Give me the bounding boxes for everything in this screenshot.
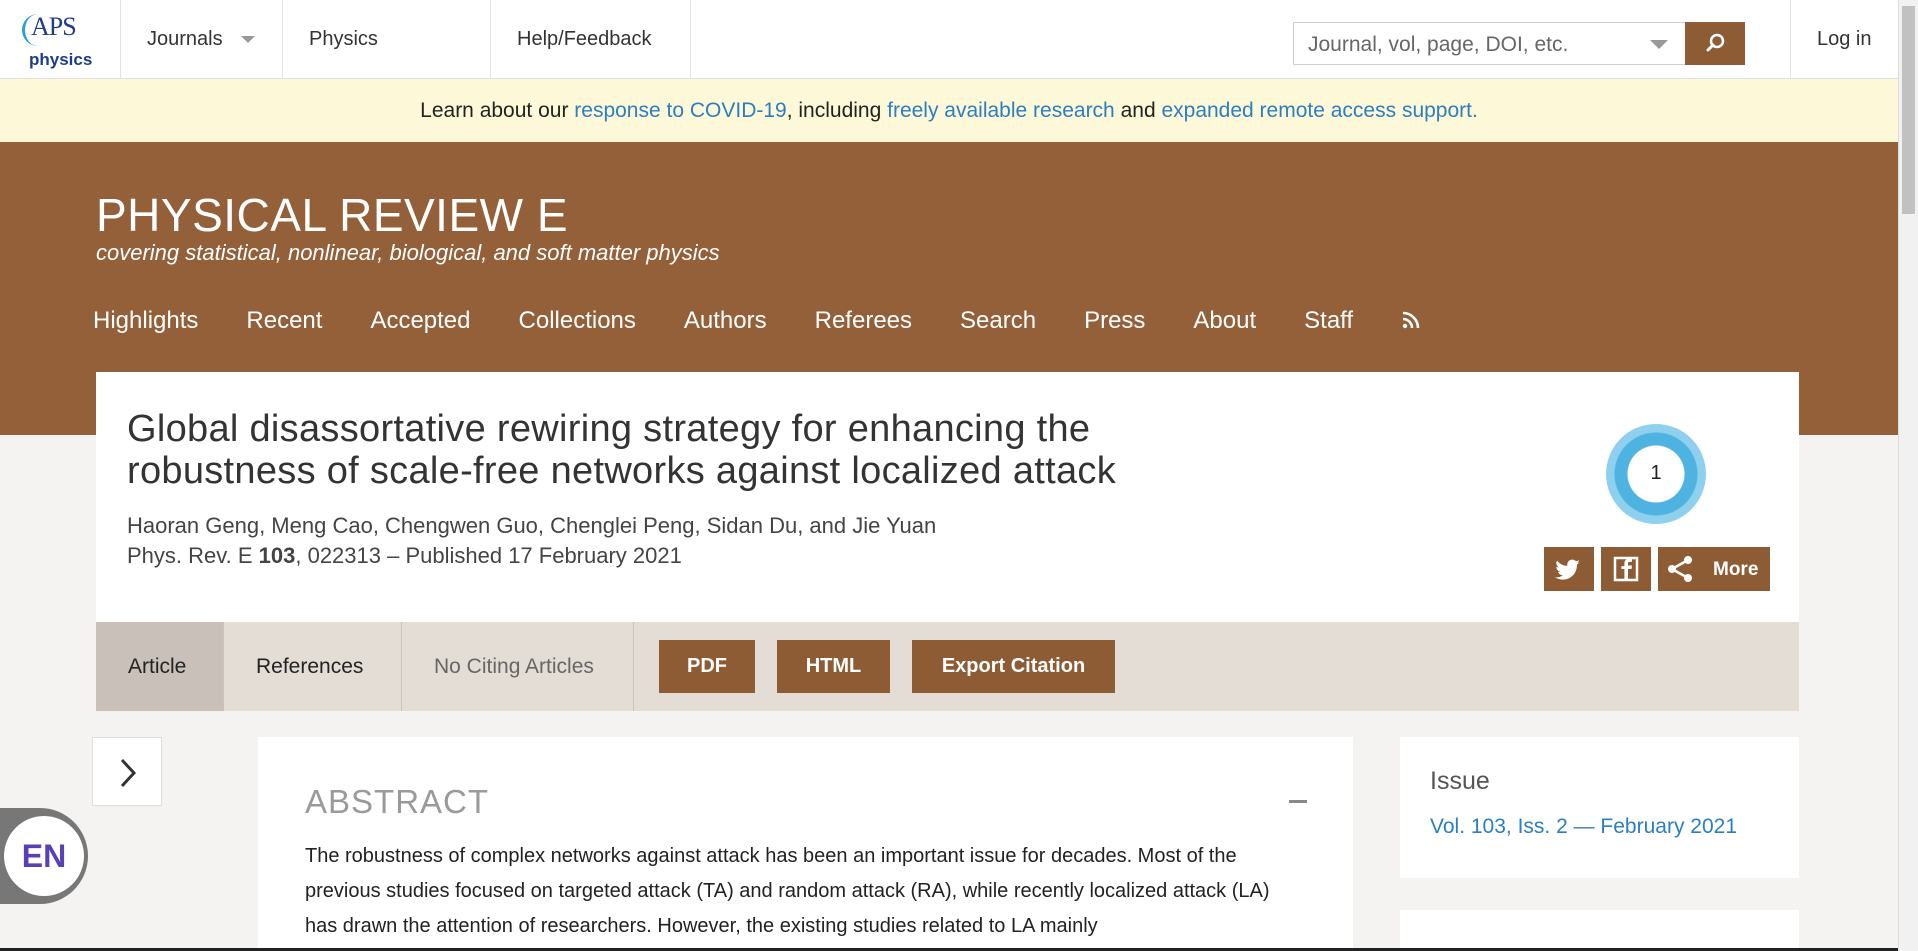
nav-accepted[interactable]: Accepted	[370, 307, 470, 335]
journals-menu[interactable]: Journals	[121, 0, 283, 79]
citation-details: , 022313 – Published 17 February 2021	[295, 543, 682, 568]
help-feedback-link[interactable]: Help/Feedback	[491, 0, 691, 79]
physics-magazine-link[interactable]: Physics Magazine	[283, 0, 491, 128]
top-navigation-bar: APS physics Journals Physics Magazine He…	[0, 0, 1898, 128]
search-input[interactable]: Journal, vol, page, DOI, etc.	[1293, 22, 1689, 65]
tab-references-label: References	[256, 655, 364, 678]
facebook-share-button[interactable]	[1601, 547, 1651, 591]
tab-references[interactable]: References	[224, 622, 402, 711]
pdf-label: PDF	[687, 655, 727, 677]
html-button[interactable]: HTML	[777, 640, 890, 693]
twitter-share-button[interactable]	[1544, 547, 1594, 591]
tab-citing-label: No Citing Articles	[434, 655, 594, 678]
search-placeholder: Journal, vol, page, DOI, etc.	[1308, 33, 1569, 56]
altmetric-score: 1	[1650, 462, 1662, 484]
collapse-icon[interactable]	[1289, 800, 1307, 803]
export-citation-button[interactable]: Export Citation	[912, 640, 1115, 693]
remote-access-link[interactable]: expanded remote access support.	[1161, 99, 1477, 122]
search-dropdown-icon[interactable]	[1650, 40, 1668, 49]
covid-prefix: Learn about our	[420, 99, 575, 122]
covid-mid1: , including	[786, 99, 888, 122]
tab-citing-articles[interactable]: No Citing Articles	[402, 622, 634, 711]
rss-feed-icon[interactable]	[1401, 309, 1421, 329]
article-title: Global disassortative rewiring strategy …	[127, 408, 1116, 492]
login-label: Log in	[1817, 28, 1872, 50]
nav-search[interactable]: Search	[960, 307, 1036, 335]
sidebar-panel	[1400, 910, 1799, 951]
login-link[interactable]: Log in	[1790, 0, 1898, 79]
facebook-icon	[1613, 556, 1639, 582]
scrollbar-thumb[interactable]	[1902, 6, 1915, 214]
aps-physics-logo[interactable]: APS physics	[0, 0, 121, 79]
export-citation-label: Export Citation	[941, 655, 1086, 677]
html-label: HTML	[805, 655, 862, 677]
journal-title[interactable]: PHYSICAL REVIEW E	[96, 188, 568, 242]
covid-response-link[interactable]: response to COVID-19	[574, 99, 786, 122]
sidebar-toggle-button[interactable]	[92, 737, 162, 806]
page-scrollbar[interactable]	[1898, 0, 1918, 951]
covid-mid2: and	[1114, 99, 1162, 122]
nav-referees[interactable]: Referees	[815, 307, 912, 335]
nav-highlights[interactable]: Highlights	[93, 307, 198, 335]
citation-journal: Phys. Rev. E	[127, 543, 259, 568]
chevron-down-icon	[240, 36, 255, 44]
share-icon	[1668, 556, 1692, 582]
more-label: More	[1713, 559, 1759, 580]
search-button[interactable]	[1685, 22, 1745, 65]
help-feedback-label: Help/Feedback	[517, 28, 652, 50]
twitter-icon	[1555, 559, 1580, 580]
article-tabs: Article References No Citing Articles PD…	[96, 622, 1799, 711]
journal-subtitle: covering statistical, nonlinear, biologi…	[96, 240, 720, 265]
logo-physics-text: physics	[29, 50, 93, 69]
language-badge[interactable]: EN	[0, 808, 88, 904]
journal-nav: Highlights Recent Accepted Collections A…	[93, 307, 1421, 335]
nav-press[interactable]: Press	[1084, 307, 1145, 335]
issue-label: Issue	[1430, 767, 1490, 795]
free-research-link[interactable]: freely available research	[887, 99, 1115, 122]
chevron-right-icon	[120, 758, 137, 788]
language-code: EN	[4, 816, 84, 896]
abstract-text: The robustness of complex networks again…	[305, 845, 1270, 937]
issue-link[interactable]: Vol. 103, Iss. 2 — February 2021	[1430, 815, 1737, 839]
pdf-button[interactable]: PDF	[659, 640, 755, 693]
nav-recent[interactable]: Recent	[246, 307, 322, 335]
nav-staff[interactable]: Staff	[1304, 307, 1353, 335]
article-header-card: Global disassortative rewiring strategy …	[96, 372, 1799, 622]
citation-volume: 103	[258, 543, 296, 568]
more-share-button[interactable]: More	[1658, 547, 1770, 591]
tab-article[interactable]: Article	[96, 622, 224, 711]
article-authors[interactable]: Haoran Geng, Meng Cao, Chengwen Guo, Che…	[127, 513, 936, 539]
issue-panel: Issue Vol. 103, Iss. 2 — February 2021	[1400, 737, 1799, 878]
search-icon	[1706, 33, 1725, 52]
tab-article-label: Article	[128, 655, 187, 678]
abstract-heading: ABSTRACT	[305, 783, 490, 820]
nav-authors[interactable]: Authors	[684, 307, 767, 335]
covid-banner: Learn about our response to COVID-19, in…	[0, 79, 1898, 142]
article-citation: Phys. Rev. E 103, 022313 – Published 17 …	[127, 543, 682, 569]
nav-collections[interactable]: Collections	[519, 307, 636, 335]
nav-about[interactable]: About	[1193, 307, 1256, 335]
journals-label: Journals	[147, 28, 223, 50]
altmetric-badge[interactable]: 1	[1606, 424, 1706, 524]
logo-aps-text: APS	[31, 12, 77, 41]
abstract-section: ABSTRACT The robustness of complex netwo…	[258, 737, 1353, 951]
